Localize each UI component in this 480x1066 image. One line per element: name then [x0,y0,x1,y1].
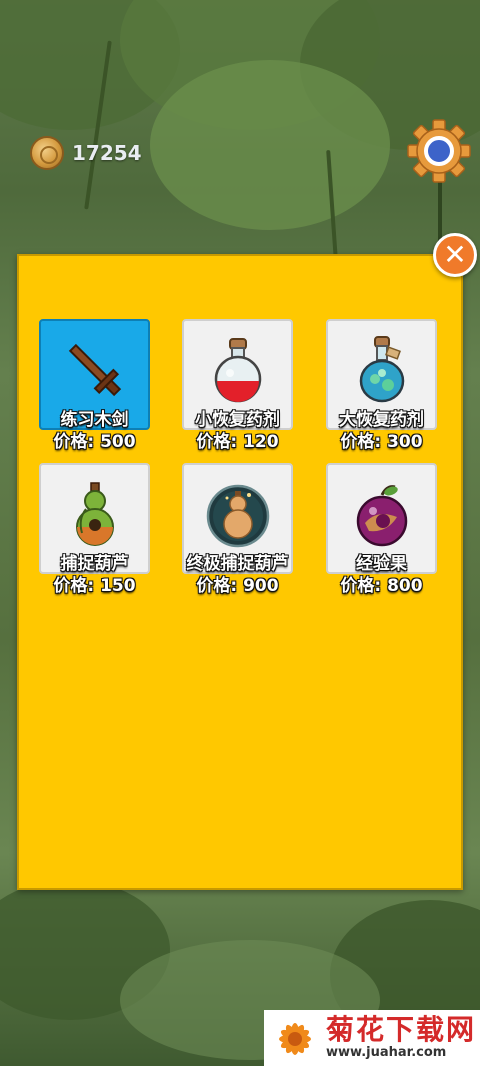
shop-panel: 练习木剑 价格: 500 小恢复药剂 价格: 120 大恢复药剂 价格: 300… [17,254,463,890]
ultimate-gourd-icon [206,484,269,548]
shop-item-small-potion[interactable]: 小恢复药剂 价格: 120 [182,319,293,452]
coin-counter: 17254 [30,136,142,170]
exp-fruit-icon [356,485,407,547]
item-price: 价格: 150 [53,576,136,596]
coin-value: 17254 [72,141,142,165]
item-price: 价格: 500 [53,432,136,452]
red-potion-icon [214,338,261,403]
item-price: 价格: 800 [340,576,423,596]
gear-icon [407,119,471,183]
shop-item-ultimate-gourd[interactable]: 终极捕捉葫芦 价格: 900 [182,463,293,596]
close-x-icon: ✕ [443,238,467,271]
blue-potion-icon [359,336,404,403]
site-watermark: 菊花下载网 www.juahar.com [264,1010,480,1066]
item-price: 价格: 300 [340,432,423,452]
capture-gourd-icon [75,482,114,546]
item-price: 价格: 120 [196,432,279,452]
chrysanthemum-logo-icon [279,1023,311,1055]
shop-item-large-potion[interactable]: 大恢复药剂 价格: 300 [326,319,437,452]
watermark-url: www.juahar.com [326,1045,447,1060]
wooden-sword-icon [68,343,121,397]
shop-item-capture-gourd[interactable]: 捕捉葫芦 价格: 150 [39,463,150,596]
gold-coin-icon [30,136,64,170]
shop-item-exp-fruit[interactable]: 经验果 价格: 800 [326,463,437,596]
settings-button[interactable] [406,118,472,184]
shop-item-wooden-sword[interactable]: 练习木剑 价格: 500 [39,319,150,452]
item-price: 价格: 900 [196,576,279,596]
watermark-title: 菊花下载网 [326,1013,477,1046]
close-button[interactable]: ✕ [433,233,477,277]
